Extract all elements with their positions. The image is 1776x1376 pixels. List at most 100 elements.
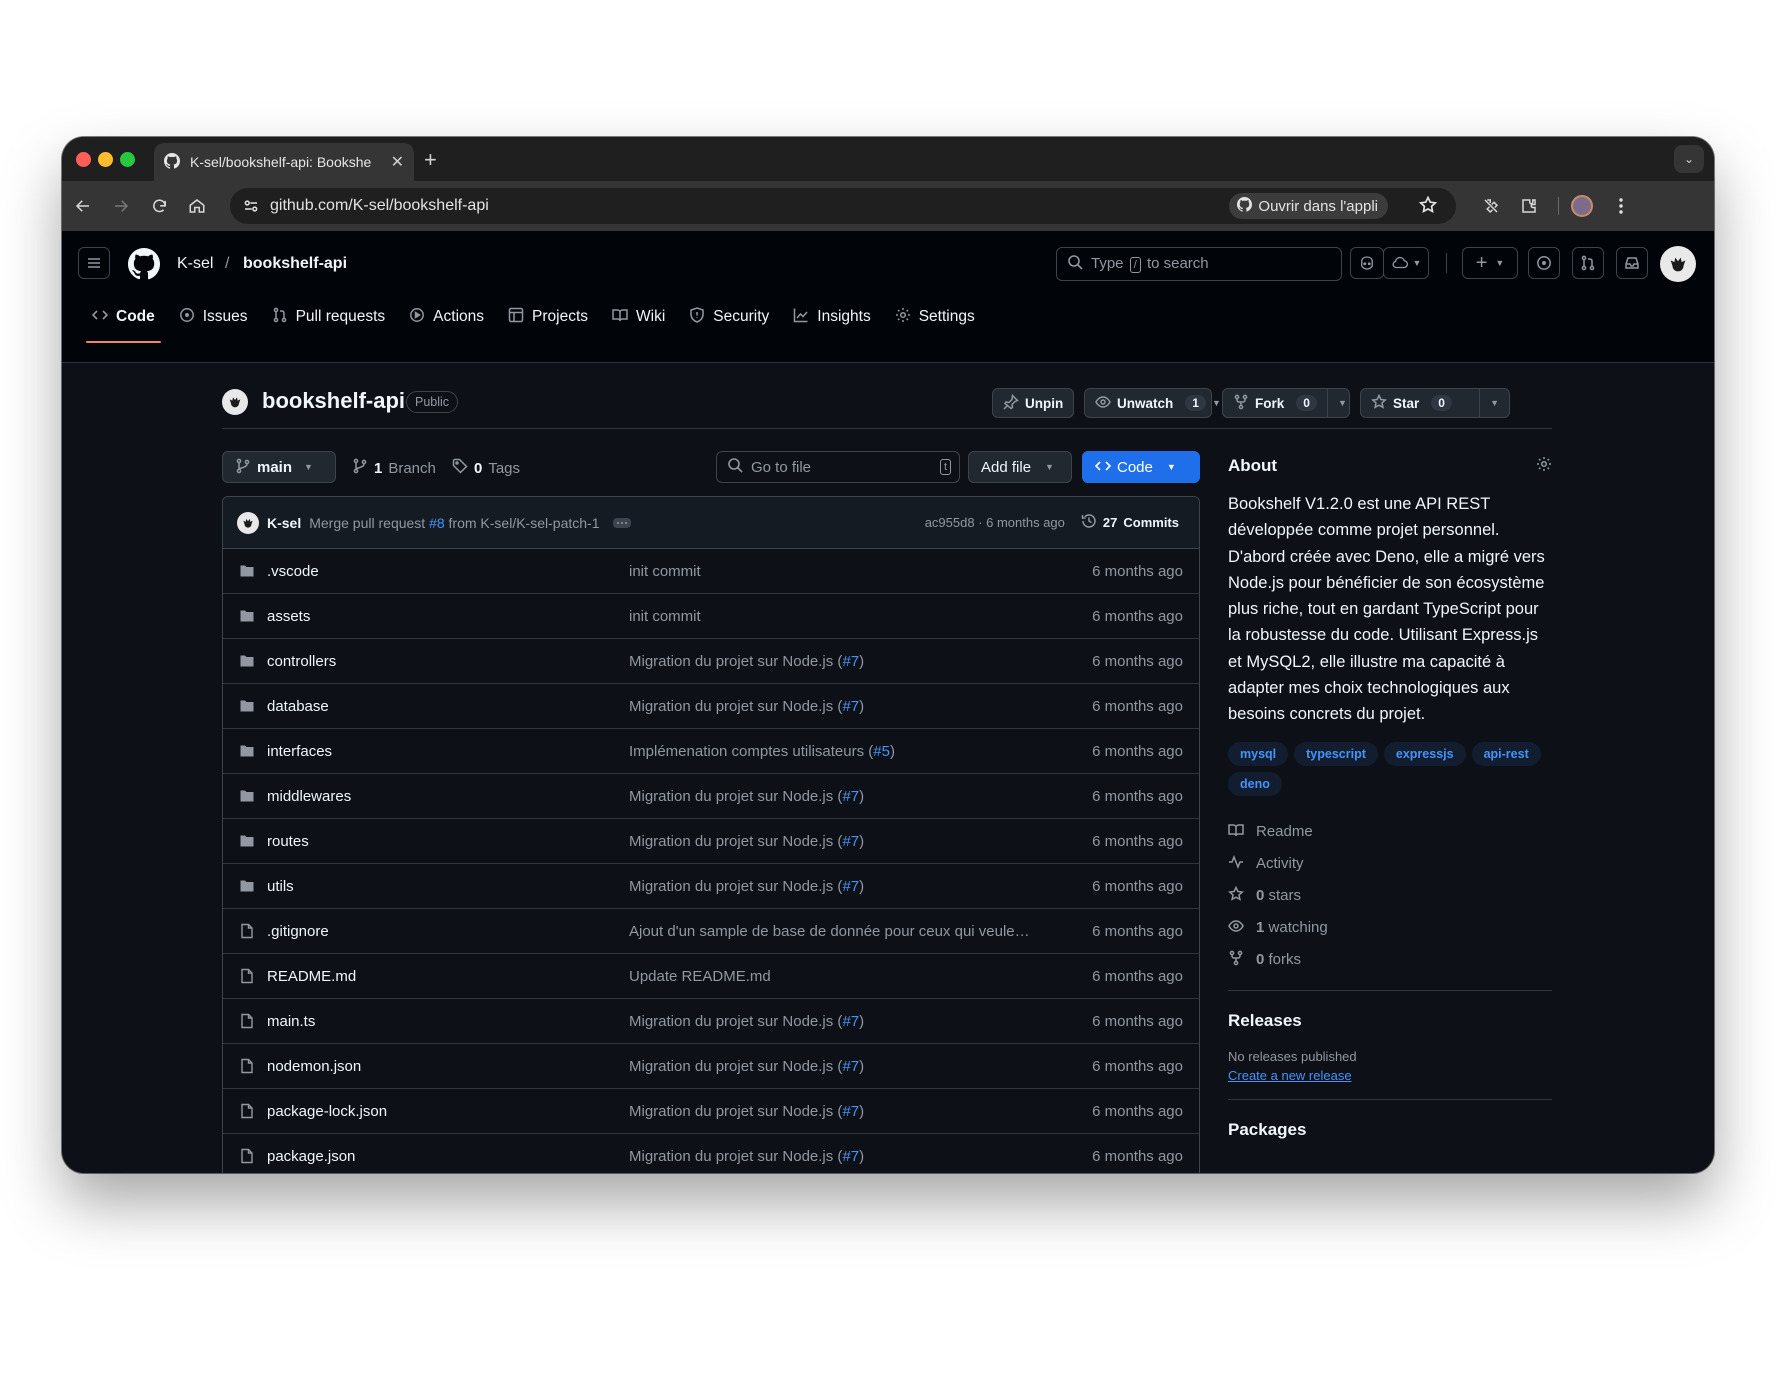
file-commit-message[interactable]: Migration du projet sur Node.js (#7) [629, 833, 1069, 850]
minimize-window-button[interactable] [98, 152, 113, 167]
create-new-button[interactable]: + ▼ [1462, 247, 1518, 279]
file-commit-message[interactable]: Migration du projet sur Node.js (#7) [629, 1148, 1069, 1165]
file-name[interactable]: nodemon.json [267, 1058, 629, 1075]
file-commit-message[interactable]: init commit [629, 608, 1069, 625]
file-row[interactable]: database Migration du projet sur Node.js … [223, 684, 1199, 729]
file-name[interactable]: middlewares [267, 788, 629, 805]
file-row[interactable]: utils Migration du projet sur Node.js (#7… [223, 864, 1199, 909]
tab-issues[interactable]: Issues [167, 297, 260, 337]
tags-link[interactable]: 0 Tags [452, 458, 520, 478]
commit-pr-link[interactable]: #7 [842, 1148, 859, 1165]
forward-button[interactable] [108, 193, 134, 219]
breadcrumb-owner[interactable]: K-sel [177, 255, 213, 273]
tab-actions[interactable]: Actions [397, 297, 496, 337]
commit-pr-link[interactable]: #7 [842, 833, 859, 850]
commit-pr-link[interactable]: #7 [842, 698, 859, 715]
tab-wiki[interactable]: Wiki [600, 297, 677, 337]
site-settings-icon[interactable] [242, 197, 260, 220]
watching-link[interactable]: 1 watching [1228, 912, 1552, 944]
tab-search-button[interactable]: ⌄ [1674, 145, 1704, 173]
file-commit-message[interactable]: Migration du projet sur Node.js (#7) [629, 698, 1069, 715]
code-button[interactable]: Code ▼ [1082, 451, 1200, 483]
user-avatar[interactable] [1660, 246, 1696, 282]
file-name[interactable]: .vscode [267, 563, 629, 580]
file-row[interactable]: main.ts Migration du projet sur Node.js (… [223, 999, 1199, 1044]
file-name[interactable]: database [267, 698, 629, 715]
file-row[interactable]: middlewares Migration du projet sur Node.… [223, 774, 1199, 819]
file-name[interactable]: package-lock.json [267, 1103, 629, 1120]
bookmark-star-icon[interactable] [1418, 195, 1438, 220]
commit-pr-link[interactable]: #7 [842, 1013, 859, 1030]
commit-hash-time[interactable]: ac955d8 · 6 months ago [925, 515, 1065, 530]
close-window-button[interactable] [76, 152, 91, 167]
file-name[interactable]: utils [267, 878, 629, 895]
tab-insights[interactable]: Insights [781, 297, 882, 337]
fork-dropdown[interactable]: ▼ [1326, 389, 1357, 417]
file-commit-message[interactable]: Implémenation comptes utilisateurs (#5) [629, 743, 1069, 760]
open-in-app-button[interactable]: Ouvrir dans l'appli [1229, 193, 1388, 219]
commit-pr-link[interactable]: #7 [842, 788, 859, 805]
commit-pr-link[interactable]: #5 [873, 743, 890, 760]
forks-link[interactable]: 0 forks [1228, 944, 1552, 976]
file-commit-message[interactable]: Migration du projet sur Node.js (#7) [629, 788, 1069, 805]
topic-tag[interactable]: typescript [1294, 741, 1378, 766]
notifications-inbox-button[interactable] [1616, 247, 1648, 279]
readme-link[interactable]: Readme [1228, 816, 1552, 848]
profile-avatar[interactable] [1569, 193, 1595, 219]
file-row[interactable]: package.json Migration du projet sur Node… [223, 1134, 1199, 1173]
expand-commit-icon[interactable] [613, 517, 632, 528]
packages-title[interactable]: Packages [1228, 1120, 1552, 1140]
address-bar[interactable]: github.com/K-sel/bookshelf-api Ouvrir da… [230, 188, 1456, 224]
file-row[interactable]: package-lock.json Migration du projet sur… [223, 1089, 1199, 1134]
file-commit-message[interactable]: Migration du projet sur Node.js (#7) [629, 878, 1069, 895]
file-row[interactable]: README.md Update README.md 6 months ago [223, 954, 1199, 999]
copilot-button[interactable] [1350, 247, 1384, 279]
file-row[interactable]: interfaces Implémenation comptes utilisat… [223, 729, 1199, 774]
file-name[interactable]: interfaces [267, 743, 629, 760]
home-button[interactable] [184, 193, 210, 219]
file-row[interactable]: assets init commit 6 months ago [223, 594, 1199, 639]
commits-link[interactable]: 27 Commits [1081, 513, 1179, 532]
star-dropdown[interactable]: ▼ [1479, 389, 1509, 417]
gear-icon[interactable] [1536, 456, 1552, 477]
owner-avatar[interactable] [222, 389, 248, 415]
file-row[interactable]: .gitignore Ajout d'un sample de base de d… [223, 909, 1199, 954]
file-name[interactable]: routes [267, 833, 629, 850]
create-release-link[interactable]: Create a new release [1228, 1068, 1552, 1083]
file-row[interactable]: nodemon.json Migration du projet sur Node… [223, 1044, 1199, 1089]
file-row[interactable]: controllers Migration du projet sur Node.… [223, 639, 1199, 684]
tab-code[interactable]: Code [80, 297, 167, 343]
topic-tag[interactable]: mysql [1228, 741, 1289, 766]
file-commit-message[interactable]: Ajout d'un sample de base de donnée pour… [629, 923, 1069, 940]
file-name[interactable]: package.json [267, 1148, 629, 1165]
pull-requests-button[interactable] [1572, 247, 1604, 279]
issues-inbox-button[interactable] [1528, 247, 1560, 279]
topic-tag[interactable]: api-rest [1471, 741, 1541, 766]
releases-title[interactable]: Releases [1228, 1011, 1552, 1031]
browser-tab[interactable]: K-sel/bookshelf-api: Bookshe ✕ [154, 143, 414, 181]
reload-button[interactable] [146, 193, 172, 219]
tab-close-icon[interactable]: ✕ [391, 152, 404, 172]
file-commit-message[interactable]: Migration du projet sur Node.js (#7) [629, 1058, 1069, 1075]
file-name[interactable]: README.md [267, 968, 629, 985]
github-logo-icon[interactable] [128, 248, 161, 285]
file-name[interactable]: assets [267, 608, 629, 625]
unwatch-button[interactable]: Unwatch 1 ▼ [1084, 388, 1221, 418]
file-commit-message[interactable]: Migration du projet sur Node.js (#7) [629, 1103, 1069, 1120]
new-tab-button[interactable]: + [424, 147, 437, 173]
file-name[interactable]: .gitignore [267, 923, 629, 940]
file-commit-message[interactable]: Migration du projet sur Node.js (#7) [629, 653, 1069, 670]
topic-tag[interactable]: expressjs [1383, 741, 1466, 766]
star-button[interactable]: Star 0 ▼ [1360, 388, 1510, 418]
file-name[interactable]: main.ts [267, 1013, 629, 1030]
commit-pr-link[interactable]: #8 [429, 515, 445, 531]
topic-tag[interactable]: deno [1228, 771, 1282, 796]
commit-pr-link[interactable]: #7 [842, 878, 859, 895]
commit-pr-link[interactable]: #7 [842, 1058, 859, 1075]
global-search-input[interactable]: Type / to search [1056, 247, 1342, 281]
file-commit-message[interactable]: init commit [629, 563, 1069, 580]
back-button[interactable] [70, 193, 96, 219]
file-row[interactable]: routes Migration du projet sur Node.js (#… [223, 819, 1199, 864]
commit-pr-link[interactable]: #7 [842, 653, 859, 670]
branch-selector[interactable]: main ▼ [222, 451, 336, 483]
